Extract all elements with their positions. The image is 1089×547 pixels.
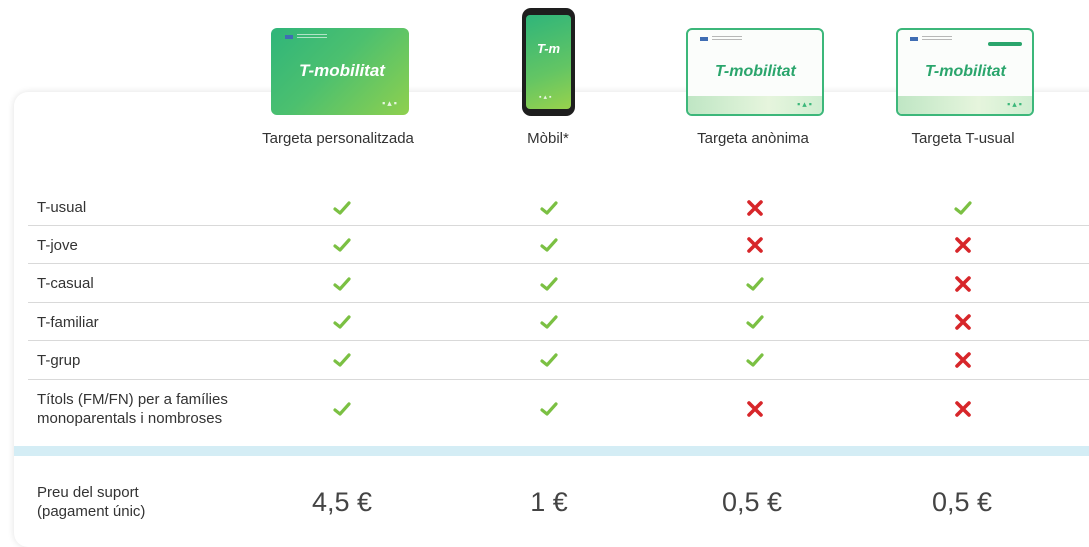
check-icon [333, 201, 351, 215]
row-label-t-casual: T-casual [37, 275, 94, 292]
price-label-line2: (pagament únic) [37, 503, 146, 520]
section-separator-band [14, 446, 1089, 456]
row-divider [28, 379, 1089, 380]
cross-icon [955, 401, 971, 417]
price-label-line1: Preu del suport [37, 484, 139, 501]
check-icon [540, 353, 558, 367]
check-icon [333, 353, 351, 367]
check-icon [540, 402, 558, 416]
check-icon [540, 201, 558, 215]
check-icon [746, 353, 764, 367]
card-brand: T-mobilitat [925, 63, 1006, 80]
row-divider [28, 302, 1089, 303]
transport-icons: ▪▴▪ [382, 98, 399, 108]
phone-brand: T-m [537, 41, 561, 56]
row-divider [28, 263, 1089, 264]
cross-icon [955, 237, 971, 253]
mobile-phone-image: T-m ▪▴▪ [522, 8, 575, 116]
row-divider [28, 340, 1089, 341]
phone-transport-icons: ▪▴▪ [539, 94, 554, 101]
row-divider [28, 225, 1089, 226]
row-label-t-familiar: T-familiar [37, 314, 99, 331]
check-icon [540, 238, 558, 252]
price-personalized: 4,5 € [311, 487, 373, 517]
transport-icons: ▪▴▪ [797, 99, 814, 109]
card-brand: T-mobilitat [299, 61, 385, 80]
check-icon [333, 238, 351, 252]
cross-icon [955, 352, 971, 368]
card-header-lines [712, 36, 742, 42]
card-stripe [988, 42, 1022, 46]
row-label-titols-line1: Títols (FM/FN) per a famílies [37, 391, 228, 408]
card-logo-icon [700, 37, 708, 41]
check-icon [333, 277, 351, 291]
check-icon [540, 277, 558, 291]
cross-icon [955, 314, 971, 330]
card-logo-icon [910, 37, 918, 41]
row-label-t-grup: T-grup [37, 352, 81, 369]
column-label-personalized: Targeta personalitzada [262, 130, 414, 147]
price-row-label: Preu del suport (pagament únic) [37, 483, 145, 521]
cross-icon [955, 276, 971, 292]
anonymous-card-image: T-mobilitat ▪▴▪ [686, 28, 824, 116]
cross-icon [747, 401, 763, 417]
check-icon [333, 315, 351, 329]
cross-icon [747, 200, 763, 216]
card-header-lines [297, 34, 327, 40]
tusual-card-image: T-mobilitat ▪▴▪ [896, 28, 1034, 116]
price-mobile: 1 € [530, 487, 568, 517]
check-icon [540, 315, 558, 329]
column-label-mobile: Mòbil* [527, 130, 569, 147]
transport-icons: ▪▴▪ [1007, 99, 1024, 109]
card-header-lines [922, 36, 952, 42]
price-anonymous: 0,5 € [721, 487, 783, 517]
check-icon [333, 402, 351, 416]
price-tusual: 0,5 € [931, 487, 993, 517]
card-logo-icon [285, 35, 293, 39]
phone-screen: T-m ▪▴▪ [526, 15, 571, 109]
column-label-tusual: Targeta T-usual [911, 130, 1015, 147]
check-icon [746, 315, 764, 329]
row-label-titols-line2: monoparentals i nombroses [37, 410, 223, 427]
card-brand: T-mobilitat [715, 63, 796, 80]
cross-icon [747, 237, 763, 253]
check-icon [746, 277, 764, 291]
column-label-anonymous: Targeta anònima [697, 130, 809, 147]
check-icon [954, 201, 972, 215]
row-label-titols: Títols (FM/FN) per a famílies monoparent… [37, 390, 228, 428]
personalized-card-image: T-mobilitat ▪▴▪ [271, 28, 409, 115]
row-label-t-jove: T-jove [37, 237, 78, 254]
row-label-t-usual: T-usual [37, 199, 87, 216]
